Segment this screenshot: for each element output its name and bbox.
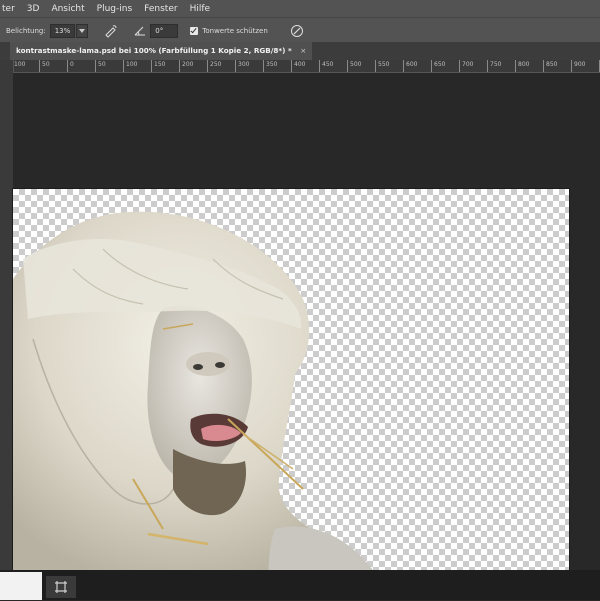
canvas-workspace[interactable] (13, 73, 600, 589)
close-icon[interactable]: × (300, 46, 306, 55)
menu-item-window[interactable]: Fenster (138, 4, 187, 14)
ruler-tick-label: 100 (123, 60, 137, 72)
ruler-tick-label: 100 (13, 60, 25, 72)
status-bar (0, 570, 600, 600)
pressure-icon[interactable] (290, 24, 304, 38)
horizontal-ruler: 100 50 0 50 100 150 200 250 300 350 400 450 500 550 60… (13, 60, 600, 73)
ruler-tick-label: 500 (347, 60, 361, 72)
angle-input[interactable]: 0° (150, 23, 179, 38)
menu-item-view[interactable]: Ansicht (45, 4, 94, 14)
frame-icon[interactable] (46, 576, 76, 598)
ruler-tick-label: 800 (515, 60, 529, 72)
ruler-tick-label: 0 (67, 60, 74, 72)
airbrush-icon[interactable] (104, 24, 118, 38)
menu-bar: ter 3D Ansicht Plug-ins Fenster Hilfe (0, 0, 600, 17)
ruler-tick-label: 550 (375, 60, 389, 72)
exposure-dropdown[interactable] (76, 23, 89, 38)
document-tab-bar: kontrastmaske-lama.psd bei 100% (Farbfül… (0, 42, 600, 61)
vertical-ruler (0, 60, 14, 570)
document-tab-title: kontrastmaske-lama.psd bei 100% (Farbfül… (16, 46, 292, 55)
ruler-tick-label: 50 (39, 60, 50, 72)
status-panel (0, 572, 42, 600)
ruler-tick-label: 350 (263, 60, 277, 72)
exposure-label: Belichtung: (6, 26, 46, 35)
ruler-tick-label: 700 (459, 60, 473, 72)
document-tab[interactable]: kontrastmaske-lama.psd bei 100% (Farbfül… (10, 42, 313, 60)
ruler-tick-label: 650 (431, 60, 445, 72)
menu-item-help[interactable]: Hilfe (184, 4, 220, 14)
ruler-tick-label: 150 (151, 60, 165, 72)
checkbox-check-icon (190, 26, 199, 35)
document-canvas[interactable] (13, 189, 569, 589)
ruler-tick-label: 250 (207, 60, 221, 72)
ruler-tick-label: 600 (403, 60, 417, 72)
ruler-tick-label: 300 (235, 60, 249, 72)
ruler-tick-label: 450 (319, 60, 333, 72)
menu-item-plugins[interactable]: Plug-ins (91, 4, 143, 14)
protect-tones-label: Tonwerte schützen (202, 26, 268, 35)
protect-tones-checkbox[interactable]: Tonwerte schützen (190, 26, 268, 35)
ruler-tick-label: 400 (291, 60, 305, 72)
ruler-tick-label: 850 (543, 60, 557, 72)
ruler-tick-label: 200 (179, 60, 193, 72)
llama-image (13, 211, 385, 589)
ruler-tick-label: 50 (95, 60, 106, 72)
angle-icon (134, 25, 146, 37)
ruler-tick-label: 750 (487, 60, 501, 72)
ruler-tick-label: 900 (571, 60, 585, 72)
exposure-input[interactable]: 13% (49, 23, 76, 38)
options-bar: Belichtung: 13% 0° Tonwerte schützen (0, 17, 600, 43)
